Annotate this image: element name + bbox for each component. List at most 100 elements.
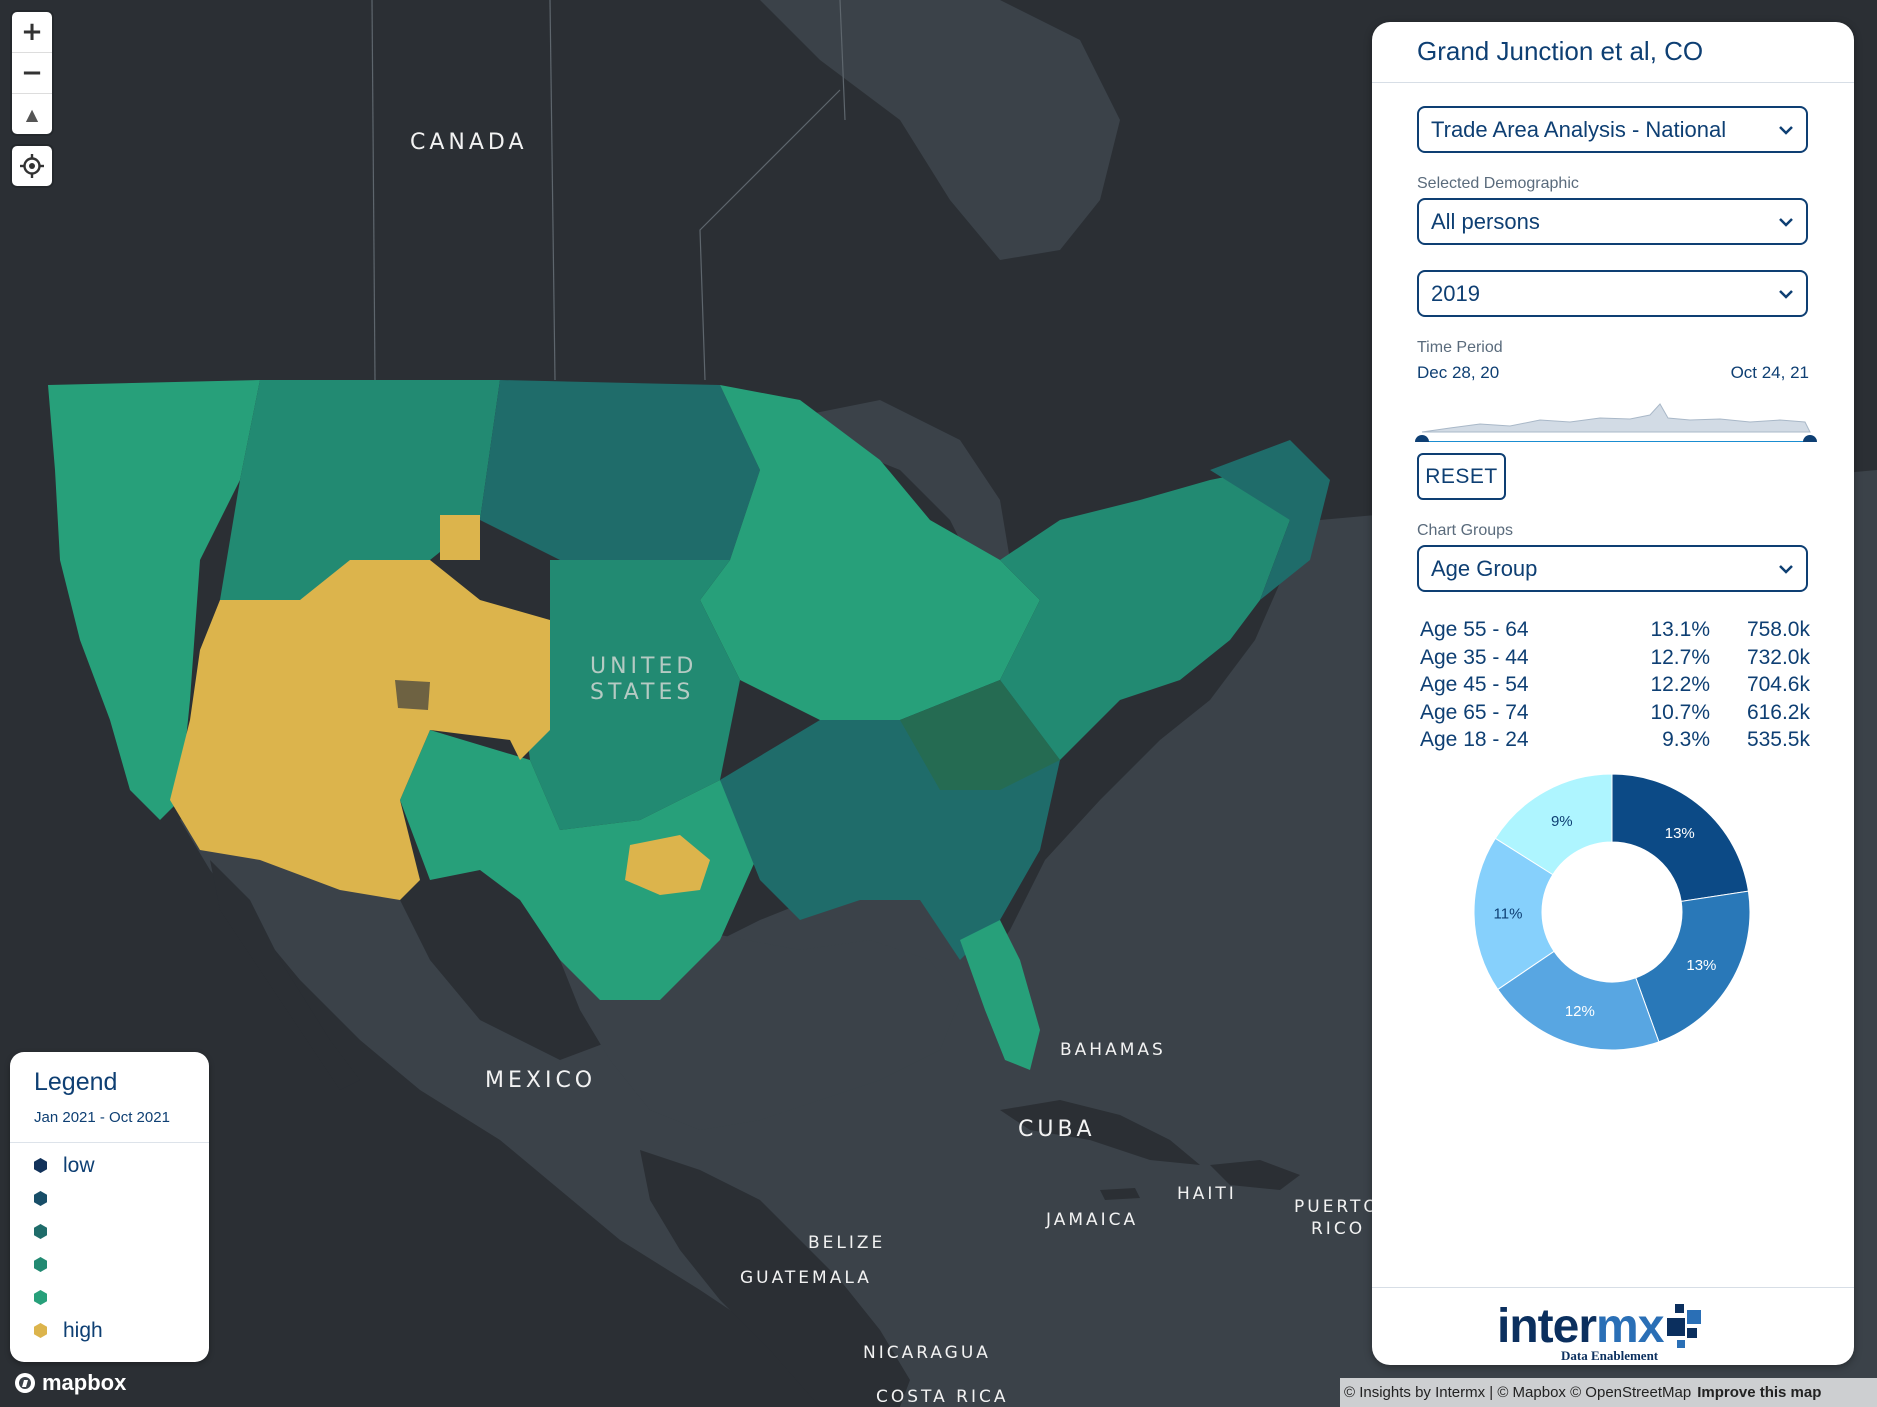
time-range-slider[interactable] bbox=[1410, 382, 1820, 442]
chart-groups-select[interactable]: Age Group bbox=[1417, 545, 1808, 592]
brand-mark-icon bbox=[1667, 1304, 1702, 1348]
age-group-name: Age 65 - 74 bbox=[1420, 700, 1529, 724]
region-high-inner[interactable] bbox=[395, 680, 430, 710]
label-rico: RICO bbox=[1311, 1219, 1366, 1239]
geolocate-icon bbox=[20, 154, 44, 178]
attribution-text[interactable]: © Insights by Intermx | © Mapbox © OpenS… bbox=[1344, 1384, 1691, 1401]
age-group-name: Age 45 - 54 bbox=[1420, 673, 1529, 696]
legend-item bbox=[10, 1281, 209, 1314]
side-panel: Grand Junction et al, CO Trade Area Anal… bbox=[1372, 22, 1854, 1365]
panel-title-divider bbox=[1372, 82, 1854, 83]
legend-swatch-icon bbox=[34, 1224, 47, 1239]
brand-wordmark: intermx bbox=[1497, 1300, 1664, 1353]
slider-handle-start[interactable] bbox=[1415, 435, 1429, 442]
reset-button[interactable]: RESET bbox=[1417, 453, 1506, 500]
label-states: STATES bbox=[590, 680, 695, 705]
traffic-sparkline bbox=[1421, 403, 1811, 433]
label-cuba: CUBA bbox=[1018, 1117, 1096, 1142]
time-period-label: Time Period bbox=[1417, 339, 1503, 356]
age-group-count: 616.2k bbox=[1746, 700, 1810, 724]
demographic-select[interactable]: All persons bbox=[1417, 198, 1808, 245]
age-group-table: Age 55 - 64 13.1% 758.0k Age 35 - 44 12.7% 73… bbox=[1420, 618, 1810, 756]
chevron-down-icon bbox=[1779, 125, 1793, 135]
age-group-name: Age 55 - 64 bbox=[1420, 618, 1529, 641]
label-canada: CANADA bbox=[410, 130, 528, 155]
logo-divider bbox=[1372, 1287, 1854, 1288]
legend-item-label: low bbox=[63, 1153, 95, 1177]
age-group-count: 758.0k bbox=[1746, 618, 1810, 641]
jamaica-island bbox=[1100, 1188, 1140, 1200]
age-group-count: 704.6k bbox=[1746, 673, 1810, 696]
label-jamaica: JAMAICA bbox=[1046, 1210, 1139, 1230]
region-north-central[interactable] bbox=[480, 380, 760, 560]
label-belize: BELIZE bbox=[808, 1233, 886, 1253]
legend-swatch-icon bbox=[34, 1158, 47, 1173]
label-mexico: MEXICO bbox=[485, 1068, 597, 1093]
age-group-name: Age 18 - 24 bbox=[1420, 728, 1529, 751]
year-select[interactable]: 2019 bbox=[1417, 270, 1808, 317]
age-donut-chart: 13% 13% 12% 11% 9% bbox=[1473, 773, 1751, 1051]
donut-slice-label: 11% bbox=[1494, 906, 1523, 923]
date-end: Oct 24, 21 bbox=[1730, 363, 1809, 382]
age-group-percent: 13.1% bbox=[1650, 618, 1710, 641]
donut-slice-label: 9% bbox=[1551, 813, 1573, 830]
chevron-down-icon bbox=[1779, 217, 1793, 227]
age-row: Age 65 - 74 10.7% 616.2k bbox=[1420, 701, 1810, 729]
age-group-count: 732.0k bbox=[1746, 645, 1810, 669]
date-start: Dec 28, 20 bbox=[1417, 363, 1500, 382]
geolocate-button[interactable] bbox=[12, 146, 52, 186]
age-row: Age 18 - 24 9.3% 535.5k bbox=[1420, 728, 1810, 756]
zoom-out-button[interactable]: − bbox=[12, 53, 52, 94]
zoom-in-button[interactable]: + bbox=[12, 12, 52, 53]
panel-title: Grand Junction et al, CO bbox=[1417, 36, 1704, 66]
legend-swatch-icon bbox=[34, 1257, 47, 1272]
legend-divider bbox=[10, 1142, 209, 1143]
chart-groups-select-value: Age Group bbox=[1431, 555, 1538, 581]
chart-groups-label: Chart Groups bbox=[1417, 522, 1514, 539]
legend-item bbox=[10, 1182, 209, 1215]
compass-button[interactable]: ▲ bbox=[12, 94, 52, 134]
age-group-count: 535.5k bbox=[1746, 728, 1810, 751]
legend-panel: Legend Jan 2021 - Oct 2021 low high bbox=[10, 1052, 209, 1362]
age-group-percent: 9.3% bbox=[1662, 728, 1710, 751]
label-costa-rica: COSTA RICA bbox=[876, 1387, 1009, 1407]
intermx-logo: intermx Data Enablement bbox=[1497, 1302, 1707, 1364]
slider-handle-end[interactable] bbox=[1803, 435, 1817, 442]
label-haiti: HAITI bbox=[1177, 1184, 1237, 1204]
label-united: UNITED bbox=[590, 654, 698, 679]
age-group-percent: 12.7% bbox=[1650, 645, 1710, 669]
analysis-select-value: Trade Area Analysis - National bbox=[1431, 116, 1727, 142]
donut-slice-label: 13% bbox=[1686, 957, 1716, 974]
legend-item: high bbox=[10, 1314, 209, 1347]
chevron-down-icon bbox=[1779, 289, 1793, 299]
legend-swatch-icon bbox=[34, 1323, 47, 1338]
legend-item bbox=[10, 1215, 209, 1248]
legend-item bbox=[10, 1248, 209, 1281]
demographic-label: Selected Demographic bbox=[1417, 175, 1579, 192]
legend-item-label: high bbox=[63, 1318, 103, 1342]
mapbox-logo[interactable]: mapbox bbox=[14, 1370, 126, 1396]
donut-slice-label: 12% bbox=[1565, 1003, 1595, 1020]
mapbox-icon bbox=[15, 1373, 35, 1393]
donut-slice-label: 13% bbox=[1665, 825, 1695, 842]
age-row: Age 35 - 44 12.7% 732.0k bbox=[1420, 646, 1810, 674]
age-group-percent: 12.2% bbox=[1650, 673, 1710, 696]
compass-icon: ▲ bbox=[25, 104, 39, 124]
map-attribution: © Insights by Intermx | © Mapbox © OpenS… bbox=[1340, 1378, 1877, 1407]
label-nicaragua: NICARAGUA bbox=[863, 1343, 991, 1363]
analysis-select[interactable]: Trade Area Analysis - National bbox=[1417, 106, 1808, 153]
label-puerto: PUERTO bbox=[1294, 1197, 1380, 1217]
chevron-down-icon bbox=[1779, 564, 1793, 574]
age-row: Age 45 - 54 12.2% 704.6k bbox=[1420, 673, 1810, 701]
brand-inter: inter bbox=[1497, 1300, 1597, 1353]
legend-swatch-icon bbox=[34, 1290, 47, 1305]
region-high-nevada[interactable] bbox=[440, 515, 480, 560]
legend-item: low bbox=[10, 1149, 209, 1182]
legend-title: Legend bbox=[34, 1068, 118, 1096]
improve-map-link[interactable]: Improve this map bbox=[1697, 1384, 1821, 1401]
mapbox-text: mapbox bbox=[42, 1370, 127, 1395]
brand-mx: mx bbox=[1596, 1300, 1664, 1353]
age-row: Age 55 - 64 13.1% 758.0k bbox=[1420, 618, 1810, 646]
age-group-percent: 10.7% bbox=[1650, 700, 1710, 724]
age-group-name: Age 35 - 44 bbox=[1420, 645, 1529, 669]
